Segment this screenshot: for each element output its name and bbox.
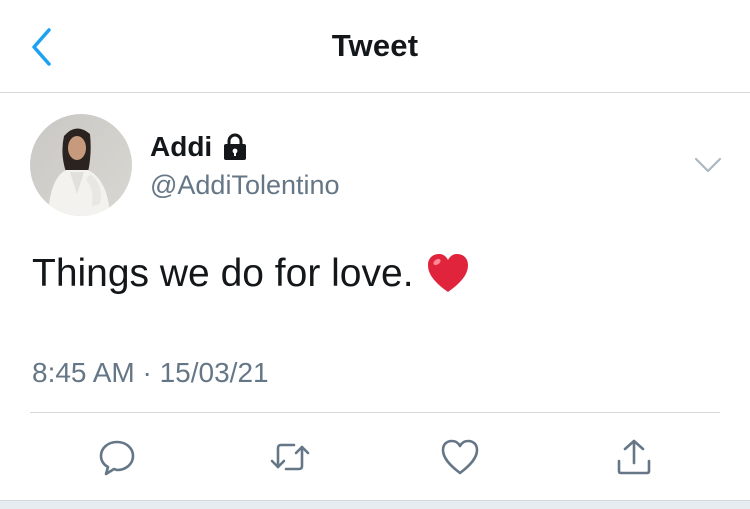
reply-button[interactable] xyxy=(95,435,139,479)
like-button[interactable] xyxy=(438,435,482,479)
display-name[interactable]: Addi xyxy=(150,131,212,163)
share-button[interactable] xyxy=(612,435,656,479)
share-icon xyxy=(617,439,651,475)
display-name-row: Addi xyxy=(150,131,248,163)
avatar[interactable] xyxy=(30,114,132,216)
lock-icon xyxy=(222,133,248,161)
user-handle[interactable]: @AddiTolentino xyxy=(150,170,340,201)
tweet-text: Things we do for love. xyxy=(32,252,414,295)
divider xyxy=(30,412,720,413)
like-icon xyxy=(441,439,479,475)
tweet-timestamp[interactable]: 8:45 AM · 15/03/21 xyxy=(32,357,269,389)
tweet-options-button[interactable] xyxy=(692,152,724,178)
page-title: Tweet xyxy=(331,28,419,63)
chevron-down-icon xyxy=(694,157,722,173)
navigation-bar: Tweet xyxy=(0,0,750,93)
tweet-body: Things we do for love. xyxy=(32,252,470,296)
retweet-icon xyxy=(270,443,310,471)
reply-icon xyxy=(99,440,135,476)
retweet-button[interactable] xyxy=(268,435,312,479)
heart-emoji-icon xyxy=(426,252,470,296)
